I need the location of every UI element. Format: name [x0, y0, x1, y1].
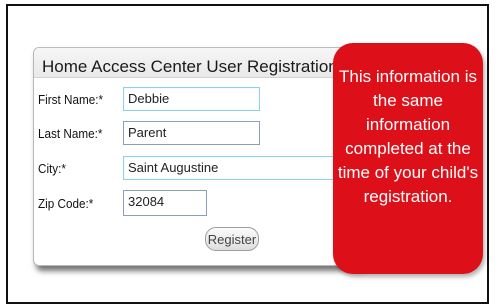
callout-text: This information is the same information…	[337, 67, 479, 206]
first-name-label: First Name:*	[38, 92, 104, 107]
first-name-field[interactable]: Debbie	[123, 87, 260, 111]
zip-code-field[interactable]: 32084	[123, 190, 207, 216]
last-name-label: Last Name:*	[38, 126, 103, 141]
panel-header: Home Access Center User Registration	[34, 48, 364, 78]
city-field[interactable]: Saint Augustine	[123, 156, 353, 180]
register-button[interactable]: Register	[205, 227, 259, 251]
info-callout: This information is the same information…	[333, 43, 483, 274]
registration-panel: Home Access Center User Registration Fir…	[33, 47, 365, 266]
panel-title: Home Access Center User Registration	[42, 57, 338, 76]
last-name-field[interactable]: Parent	[123, 121, 260, 145]
city-label: City:*	[38, 161, 66, 176]
zip-code-label: Zip Code:*	[38, 196, 94, 211]
